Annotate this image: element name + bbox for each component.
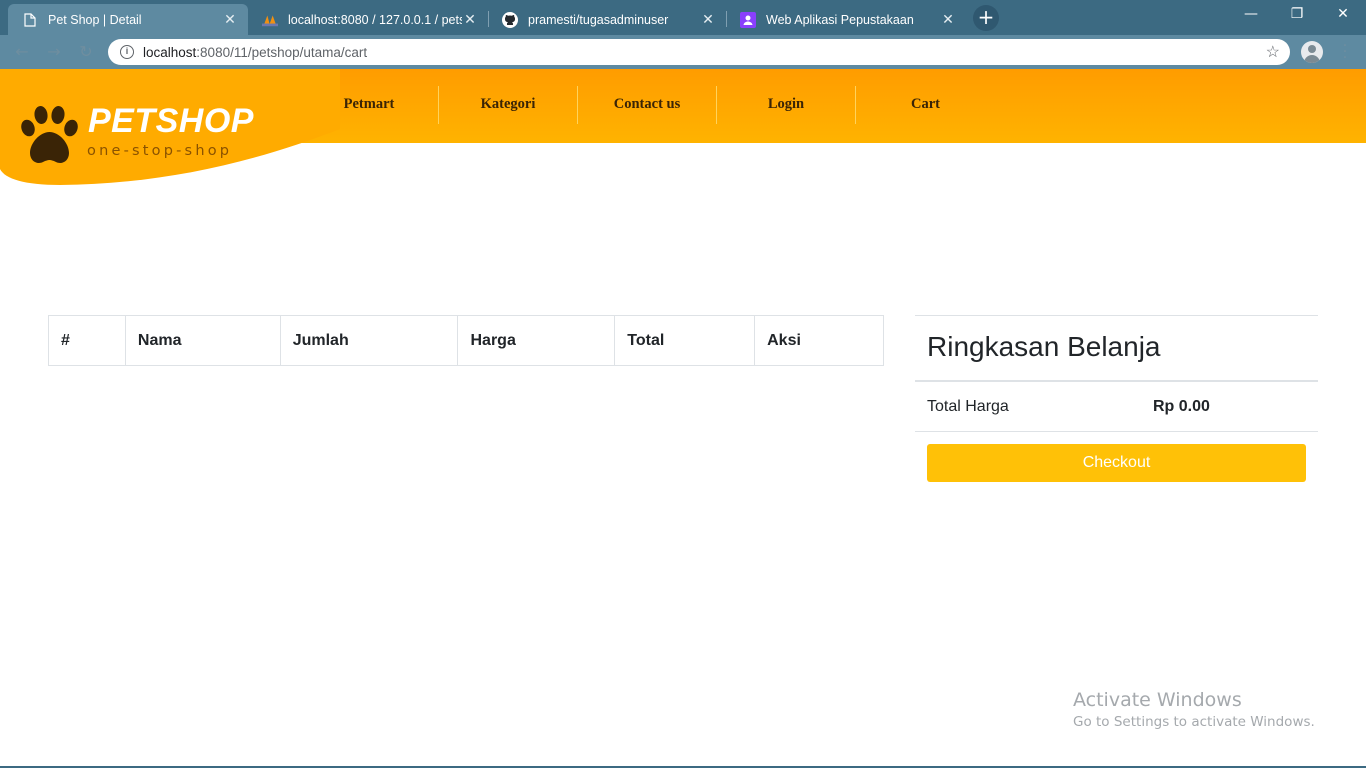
info-icon[interactable]: i bbox=[120, 45, 134, 59]
url-path: :8080/11/petshop/utama/cart bbox=[196, 44, 368, 60]
summary-total-row: Total Harga Rp 0.00 bbox=[915, 382, 1318, 432]
cart-table: # Nama Jumlah Harga Total Aksi bbox=[48, 315, 884, 366]
tab-phpmyadmin[interactable]: localhost:8080 / 127.0.0.1 / petsh ✕ bbox=[248, 4, 488, 35]
app-icon bbox=[740, 11, 756, 28]
forward-icon[interactable]: → bbox=[44, 42, 64, 62]
column-header-jumlah: Jumlah bbox=[279, 315, 459, 366]
restore-icon[interactable]: ❐ bbox=[1274, 0, 1320, 30]
minimize-icon[interactable]: — bbox=[1228, 0, 1274, 30]
menu-item-login[interactable]: Login bbox=[717, 86, 856, 124]
menu-item-contact-us[interactable]: Contact us bbox=[578, 86, 717, 124]
menu-item-cart[interactable]: Cart bbox=[856, 86, 995, 124]
url-host: localhost bbox=[143, 44, 197, 60]
profile-avatar-icon[interactable] bbox=[1301, 41, 1323, 63]
back-icon[interactable]: ← bbox=[12, 42, 32, 62]
browser-tab-bar: Pet Shop | Detail ✕ localhost:8080 / 127… bbox=[0, 0, 1366, 35]
tab-github[interactable]: pramesti/tugasadminuser ✕ bbox=[488, 4, 726, 35]
column-header-number: # bbox=[48, 315, 126, 366]
summary-title: Ringkasan Belanja bbox=[915, 315, 1318, 382]
tab-close-icon[interactable]: ✕ bbox=[700, 11, 716, 28]
reload-icon[interactable]: ↻ bbox=[76, 42, 96, 62]
menu-item-kategori[interactable]: Kategori bbox=[439, 86, 578, 124]
tab-close-icon[interactable]: ✕ bbox=[222, 11, 238, 28]
table-header-row: # Nama Jumlah Harga Total Aksi bbox=[48, 315, 884, 366]
bookmark-star-icon[interactable]: ☆ bbox=[1266, 42, 1280, 62]
total-value: Rp 0.00 bbox=[1153, 397, 1210, 415]
address-bar[interactable]: i localhost:8080/11/petshop/utama/cart ☆ bbox=[108, 39, 1290, 65]
github-icon bbox=[502, 11, 518, 28]
tab-title: Web Aplikasi Pepustakaan bbox=[766, 12, 914, 27]
order-summary: Ringkasan Belanja Total Harga Rp 0.00 Ch… bbox=[915, 315, 1318, 482]
watermark-line-2: Go to Settings to activate Windows. bbox=[1073, 714, 1315, 730]
column-header-total: Total bbox=[614, 315, 756, 366]
tab-title: Pet Shop | Detail bbox=[48, 12, 142, 27]
watermark-line-1: Activate Windows bbox=[1073, 689, 1242, 711]
tab-title: localhost:8080 / 127.0.0.1 / petsh bbox=[288, 12, 462, 27]
column-header-aksi: Aksi bbox=[754, 315, 884, 366]
column-header-harga: Harga bbox=[457, 315, 616, 366]
new-tab-icon[interactable]: + bbox=[973, 5, 999, 31]
tab-close-icon[interactable]: ✕ bbox=[940, 11, 956, 28]
tab-web-aplikasi[interactable]: Web Aplikasi Pepustakaan ✕ bbox=[726, 4, 966, 35]
tab-title: pramesti/tugasadminuser bbox=[528, 12, 669, 27]
brand-name[interactable]: PETSHOP bbox=[88, 102, 254, 141]
paw-logo-icon bbox=[21, 106, 78, 163]
browser-toolbar: ← → ↻ i localhost:8080/11/petshop/utama/… bbox=[0, 35, 1366, 69]
tab-pet-shop-detail[interactable]: Pet Shop | Detail ✕ bbox=[8, 4, 248, 35]
phpmyadmin-icon bbox=[262, 12, 278, 28]
menu-item-petmart[interactable]: Petmart bbox=[300, 86, 439, 124]
tab-close-icon[interactable]: ✕ bbox=[462, 11, 478, 28]
checkout-button[interactable]: Checkout bbox=[927, 444, 1306, 482]
close-window-icon[interactable]: ✕ bbox=[1320, 0, 1366, 30]
windows-activation-watermark: Activate Windows Go to Settings to activ… bbox=[1073, 689, 1315, 730]
brand-tagline: one-stop-shop bbox=[87, 143, 233, 159]
browser-menu-icon[interactable]: · · · bbox=[1340, 39, 1350, 65]
main-menu: Petmart Kategori Contact us Login Cart bbox=[300, 86, 995, 124]
column-header-nama: Nama bbox=[124, 315, 281, 366]
total-label: Total Harga bbox=[927, 397, 1009, 415]
page-icon bbox=[22, 12, 38, 28]
